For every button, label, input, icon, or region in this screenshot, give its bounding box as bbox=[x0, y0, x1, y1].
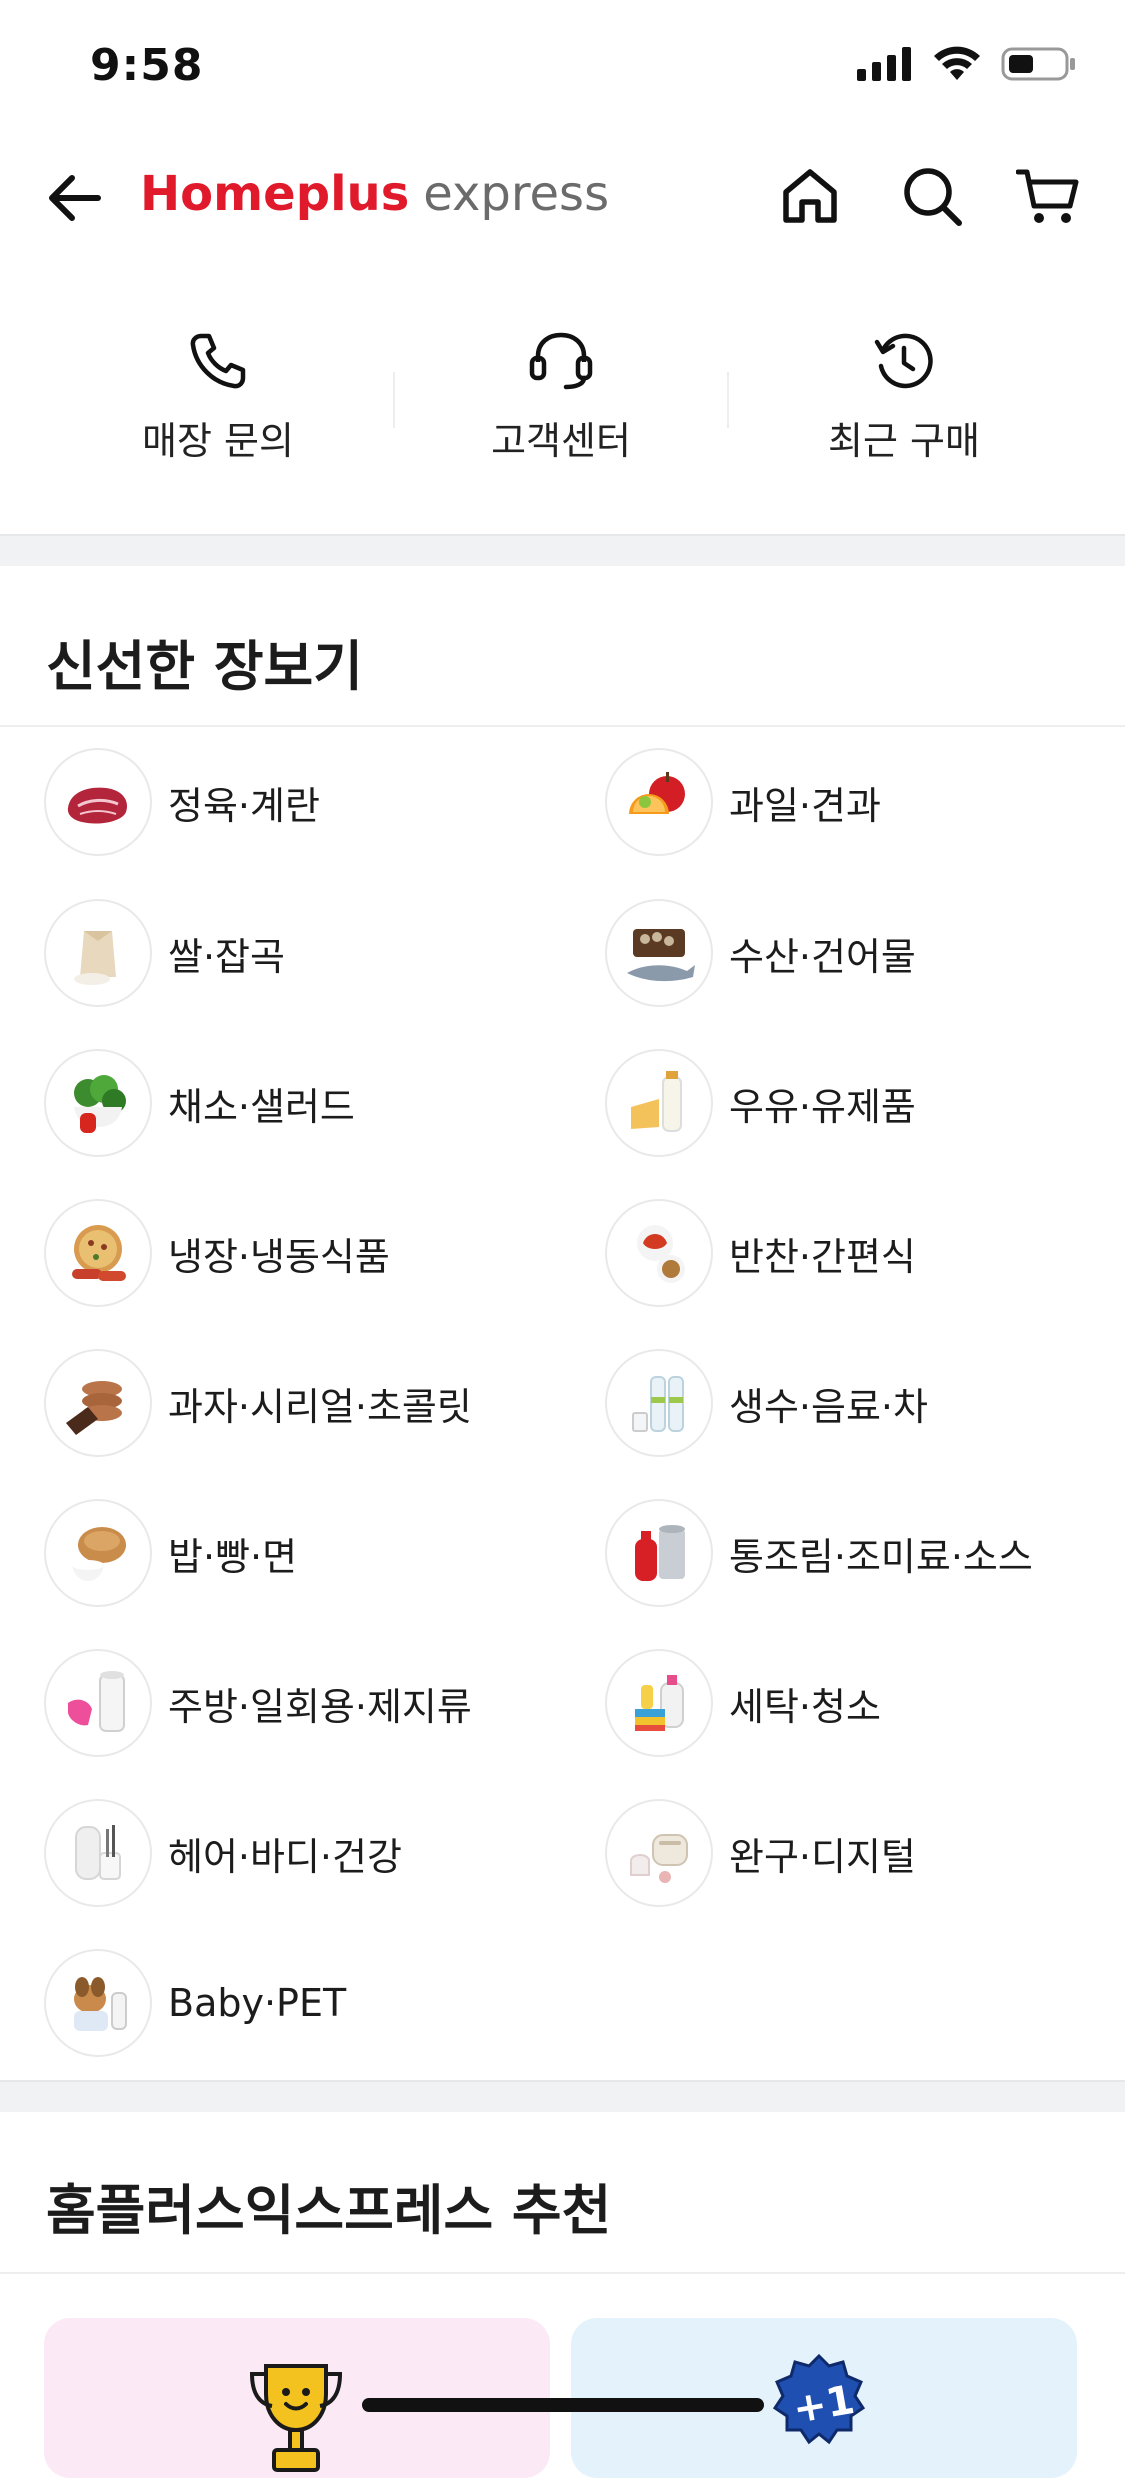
category-laundry-cleaning[interactable]: 세탁·청소 bbox=[605, 1647, 1125, 1759]
divider bbox=[0, 725, 1125, 727]
signal-icon bbox=[857, 47, 911, 81]
category-fruits-nuts[interactable]: 과일·견과 bbox=[605, 746, 1125, 858]
category-vegetables-salad[interactable]: 채소·샐러드 bbox=[44, 1047, 564, 1159]
kimchi-icon bbox=[605, 1199, 713, 1307]
category-label: 헤어·바디·건강 bbox=[168, 1834, 402, 1879]
rice-icon bbox=[44, 899, 152, 1007]
category-hair-body-health[interactable]: 헤어·바디·건강 bbox=[44, 1797, 564, 1909]
milk-icon bbox=[605, 1049, 713, 1157]
category-baby-pet[interactable]: Baby·PET bbox=[44, 1947, 564, 2059]
cookie-icon bbox=[44, 1349, 152, 1457]
history-icon bbox=[874, 333, 933, 389]
quick-action-store-inquiry[interactable]: 매장 문의 bbox=[53, 330, 383, 470]
category-label: Baby·PET bbox=[168, 1981, 347, 2025]
bread-icon bbox=[44, 1499, 152, 1607]
puppy-icon bbox=[44, 1949, 152, 2057]
brand-logo[interactable]: Homeplus express bbox=[140, 166, 609, 222]
category-frozen-foods[interactable]: 냉장·냉동식품 bbox=[44, 1197, 564, 1309]
category-label: 과일·견과 bbox=[729, 783, 881, 828]
arrow-left-icon bbox=[49, 175, 101, 221]
category-snacks-cereal-chocolate[interactable]: 과자·시리얼·초콜릿 bbox=[44, 1347, 564, 1459]
quick-action-label: 고객센터 bbox=[491, 419, 631, 463]
search-button[interactable] bbox=[900, 164, 964, 228]
pizza-icon bbox=[44, 1199, 152, 1307]
section-separator bbox=[0, 534, 1125, 566]
water-bottle-icon bbox=[605, 1349, 713, 1457]
category-label: 생수·음료·차 bbox=[729, 1384, 928, 1429]
divider bbox=[0, 2272, 1125, 2274]
trophy-icon bbox=[249, 2364, 343, 2472]
category-label: 과자·시리얼·초콜릿 bbox=[168, 1384, 472, 1429]
category-toys-digital[interactable]: 완구·디지털 bbox=[605, 1797, 1125, 1909]
category-label: 통조림·조미료·소스 bbox=[729, 1534, 1033, 1579]
search-icon bbox=[904, 168, 962, 226]
status-time: 9:58 bbox=[90, 40, 204, 91]
section-title-recommend: 홈플러스익스프레스 추천 bbox=[46, 2179, 612, 2242]
category-label: 완구·디지털 bbox=[729, 1834, 916, 1879]
category-label: 우유·유제품 bbox=[729, 1084, 916, 1129]
status-icons bbox=[857, 46, 1077, 82]
quick-action-label: 최근 구매 bbox=[828, 419, 980, 463]
cart-icon bbox=[1015, 169, 1079, 223]
headset-icon bbox=[529, 332, 593, 390]
phone-icon bbox=[190, 333, 246, 389]
category-label: 정육·계란 bbox=[168, 783, 320, 828]
back-button[interactable] bbox=[44, 170, 108, 226]
fish-icon bbox=[605, 899, 713, 1007]
brand-sub: express bbox=[423, 166, 610, 222]
category-label: 채소·샐러드 bbox=[168, 1084, 355, 1129]
section-title-fresh: 신선한 장보기 bbox=[46, 635, 363, 698]
category-kitchen-disposables[interactable]: 주방·일회용·제지류 bbox=[44, 1647, 564, 1759]
toothbrush-icon bbox=[44, 1799, 152, 1907]
home-indicator[interactable] bbox=[362, 2398, 764, 2412]
paper-towel-icon bbox=[44, 1649, 152, 1757]
meat-icon bbox=[44, 748, 152, 856]
brand-main: Homeplus bbox=[140, 166, 410, 222]
category-side-dishes-convenience[interactable]: 반찬·간편식 bbox=[605, 1197, 1125, 1309]
category-label: 수산·건어물 bbox=[729, 934, 916, 979]
category-rice-grains[interactable]: 쌀·잡곡 bbox=[44, 897, 564, 1009]
appliance-icon bbox=[605, 1799, 713, 1907]
category-label: 밥·빵·면 bbox=[168, 1534, 298, 1579]
category-label: 쌀·잡곡 bbox=[168, 934, 285, 979]
section-separator bbox=[0, 2080, 1125, 2112]
divider bbox=[727, 372, 729, 428]
vegetable-icon bbox=[44, 1049, 152, 1157]
category-label: 반찬·간편식 bbox=[729, 1234, 916, 1279]
quick-action-label: 매장 문의 bbox=[142, 419, 294, 463]
divider bbox=[393, 372, 395, 428]
category-canned-seasoning-sauce[interactable]: 통조림·조미료·소스 bbox=[605, 1497, 1125, 1609]
category-water-beverages-tea[interactable]: 생수·음료·차 bbox=[605, 1347, 1125, 1459]
battery-icon bbox=[1001, 47, 1075, 81]
wifi-icon bbox=[934, 46, 980, 80]
category-milk-dairy[interactable]: 우유·유제품 bbox=[605, 1047, 1125, 1159]
home-button[interactable] bbox=[778, 164, 842, 228]
cart-button[interactable] bbox=[1015, 164, 1080, 228]
category-rice-bread-noodles[interactable]: 밥·빵·면 bbox=[44, 1497, 564, 1609]
category-label: 세탁·청소 bbox=[729, 1684, 881, 1729]
quick-action-customer-center[interactable]: 고객센터 bbox=[396, 330, 726, 470]
category-label: 냉장·냉동식품 bbox=[168, 1234, 390, 1279]
home-icon bbox=[783, 169, 837, 223]
fruit-icon bbox=[605, 748, 713, 856]
category-meat-eggs[interactable]: 정육·계란 bbox=[44, 746, 564, 858]
can-icon bbox=[605, 1499, 713, 1607]
quick-action-recent-purchases[interactable]: 최근 구매 bbox=[739, 330, 1069, 470]
category-label: 주방·일회용·제지류 bbox=[168, 1684, 472, 1729]
category-seafood-dried-fish[interactable]: 수산·건어물 bbox=[605, 897, 1125, 1009]
detergent-icon bbox=[605, 1649, 713, 1757]
